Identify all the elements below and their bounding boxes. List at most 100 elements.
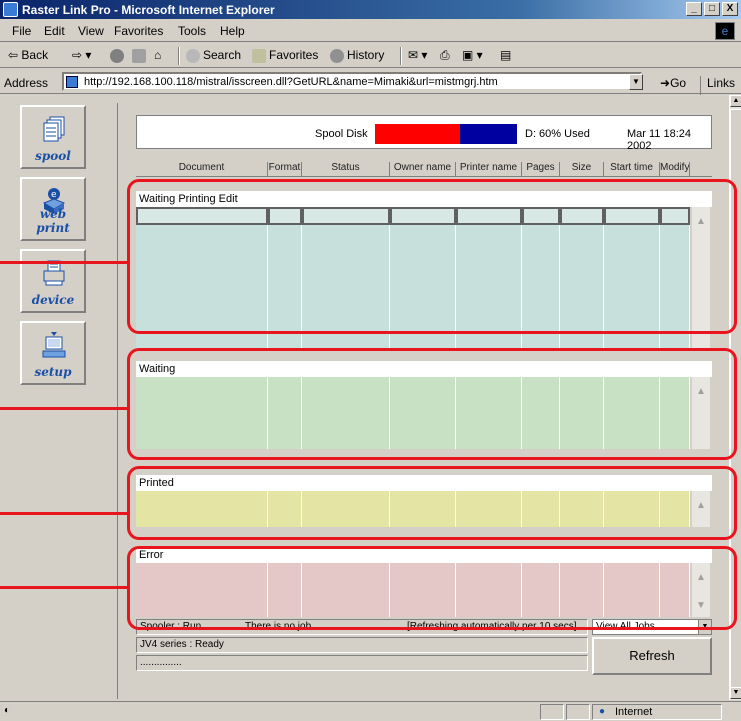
scroll-up-arrow-icon[interactable]: ▲ [694,385,708,399]
address-dropdown-button[interactable]: ▼ [629,74,643,90]
maximize-button[interactable]: □ [704,2,720,16]
table-row[interactable] [136,297,690,315]
table-cell [268,431,302,449]
refresh-page-button[interactable] [132,48,149,63]
scroll-down-arrow-icon[interactable]: ▼ [730,687,741,699]
go-button[interactable]: ➜Go [660,76,686,90]
table-cell [522,225,560,243]
section-scrollbar[interactable]: ▲ [692,377,710,449]
table-row[interactable] [136,563,690,581]
table-row[interactable] [136,279,690,297]
table-row[interactable] [136,243,690,261]
sidebar-item-web-print[interactable]: e web print [20,177,86,241]
menu-file[interactable]: File [12,24,31,38]
section-scrollbar[interactable]: ▲ ▼ [692,563,710,617]
menu-tools[interactable]: Tools [178,24,206,38]
table-row[interactable] [136,207,690,225]
job-grid [136,377,690,449]
column-header-printer-name[interactable]: Printer name [456,162,522,176]
table-cell [390,333,456,351]
menu-edit[interactable]: Edit [44,24,65,38]
table-cell [268,599,302,617]
column-header-document[interactable]: Document [136,162,268,176]
view-jobs-select[interactable]: View All Jobs ▼ [592,619,712,635]
mail-button[interactable]: ✉ ▾ [408,48,427,62]
edit-button[interactable]: ▣ ▾ [462,48,483,62]
table-cell [522,333,560,351]
scroll-up-arrow-icon[interactable]: ▲ [730,95,741,107]
print-button[interactable]: ⎙ [440,48,450,63]
column-header-format[interactable]: Format [268,162,302,176]
menu-help[interactable]: Help [220,24,245,38]
discuss-button[interactable]: ▤ [500,48,511,62]
column-header-owner-name[interactable]: Owner name [390,162,456,176]
forward-button[interactable]: ⇨ ▾ [72,48,91,62]
table-cell [560,563,604,581]
home-icon: ⌂ [154,48,162,62]
table-cell [268,395,302,413]
table-cell [560,207,604,225]
scroll-up-arrow-icon[interactable]: ▲ [694,215,708,229]
stop-button[interactable] [110,48,127,63]
favorites-button[interactable]: Favorites [252,48,318,63]
table-cell [522,413,560,431]
table-row[interactable] [136,509,690,527]
spool-status-bar: Spool Disk D: 60% Used Mar 11 18:24 2002 [136,115,712,152]
discuss-icon: ▤ [500,48,512,62]
minimize-button[interactable]: _ [686,2,702,16]
menu-favorites[interactable]: Favorites [114,24,163,38]
column-header-size[interactable]: Size [560,162,604,176]
table-cell [390,315,456,333]
table-cell [660,431,690,449]
table-row[interactable] [136,333,690,351]
table-row[interactable] [136,413,690,431]
table-cell [604,297,660,315]
home-button[interactable]: ⌂ [154,48,161,62]
history-button[interactable]: History [330,48,384,63]
column-header-modify[interactable]: Modify [660,162,690,176]
table-row[interactable] [136,581,690,599]
scroll-up-arrow-icon[interactable]: ▲ [694,571,708,585]
url-input[interactable]: http://192.168.100.118/mistral/isscreen.… [62,72,642,91]
table-row[interactable] [136,225,690,243]
page-icon [66,76,78,88]
address-bar: Address http://192.168.100.118/mistral/i… [0,70,741,104]
table-row[interactable] [136,377,690,395]
table-cell [456,599,522,617]
sidebar-item-setup[interactable]: setup [20,321,86,385]
page-scrollbar[interactable]: ▲ ▼ [729,95,741,700]
sidebar-item-device[interactable]: device [20,249,86,313]
section-scrollbar[interactable]: ▲ [692,207,710,351]
search-button[interactable]: Search [186,48,241,63]
table-cell [302,279,390,297]
table-cell [268,509,302,527]
close-button[interactable]: X [722,2,738,16]
section-scrollbar[interactable]: ▲ [692,491,710,527]
column-header-status[interactable]: Status [302,162,390,176]
table-row[interactable] [136,395,690,413]
table-row[interactable] [136,261,690,279]
scroll-thumb[interactable] [730,109,741,689]
refresh-button[interactable]: Refresh [592,637,712,675]
column-header-start-time[interactable]: Start time [604,162,660,176]
sidebar-item-spool[interactable]: spool [20,105,86,169]
zone-label: Internet [615,706,653,718]
job-manager-panel: Spool Disk D: 60% Used Mar 11 18:24 2002… [128,109,720,699]
column-header-pages[interactable]: Pages [522,162,560,176]
scroll-up-arrow-icon[interactable]: ▲ [694,499,708,513]
table-cell [660,563,690,581]
back-button[interactable]: ⇦ Back [8,48,48,62]
section-title: Waiting [136,361,712,377]
table-cell [390,243,456,261]
table-cell [268,225,302,243]
table-cell [390,225,456,243]
table-row[interactable] [136,315,690,333]
scroll-down-arrow-icon[interactable]: ▼ [694,599,708,613]
table-row[interactable] [136,431,690,449]
table-row[interactable] [136,599,690,617]
menu-view[interactable]: View [78,24,104,38]
job-grid [136,491,690,527]
table-cell [136,207,268,225]
table-row[interactable] [136,491,690,509]
table-cell [268,243,302,261]
